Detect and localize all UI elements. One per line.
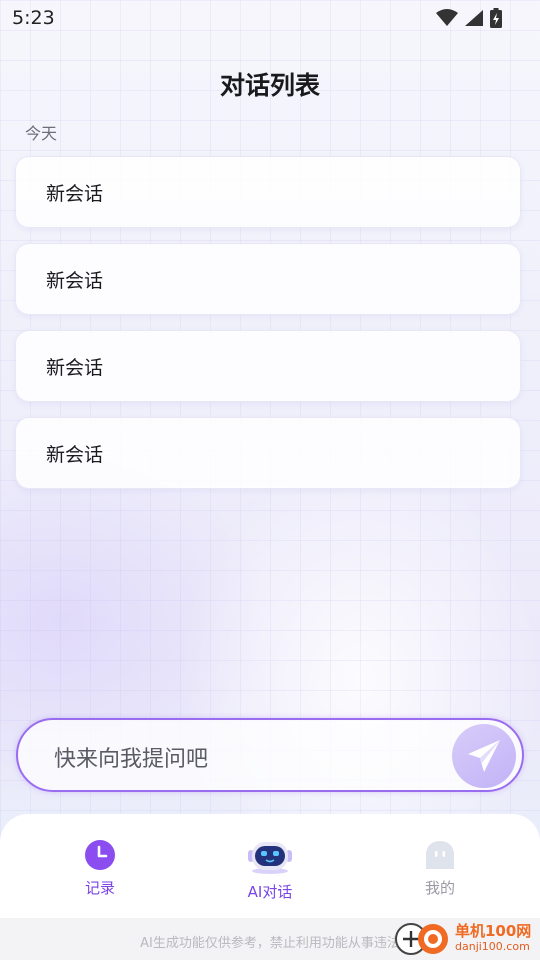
- bottom-nav: 记录 AI对话 我的: [0, 814, 540, 918]
- watermark-url: danji100.com: [455, 940, 530, 953]
- status-bar: 5:23: [0, 0, 540, 36]
- conversation-list: 新会话 新会话 新会话 新会话: [15, 156, 521, 504]
- conversation-title: 新会话: [46, 182, 104, 205]
- conversation-item[interactable]: 新会话: [15, 330, 521, 402]
- conversation-title: 新会话: [46, 269, 104, 292]
- nav-label-ai-chat: AI对话: [247, 883, 293, 901]
- robot-icon: [248, 842, 292, 874]
- clock-icon: [85, 840, 115, 870]
- ai-disclaimer-text: AI生成功能仅供参考，禁止利用功能从事违法: [140, 936, 400, 951]
- conversation-title: 新会话: [46, 443, 104, 466]
- nav-item-records[interactable]: 记录: [40, 814, 160, 918]
- question-input-placeholder: 快来向我提问吧: [54, 747, 209, 772]
- send-icon: [468, 740, 500, 772]
- nav-label-profile: 我的: [424, 879, 455, 897]
- status-time: 5:23: [12, 7, 55, 29]
- page-title: 对话列表: [219, 71, 320, 100]
- nav-item-ai-chat[interactable]: AI对话: [210, 814, 330, 918]
- conversation-item[interactable]: 新会话: [15, 243, 521, 315]
- watermark-name: 单机100网: [455, 922, 532, 940]
- danji-logo-icon: [395, 923, 448, 955]
- conversation-title: 新会话: [46, 356, 104, 379]
- wifi-icon: [436, 9, 458, 26]
- conversation-item[interactable]: 新会话: [15, 156, 521, 228]
- nav-item-profile[interactable]: 我的: [380, 814, 500, 918]
- site-watermark: 单机100网 danji100.com: [393, 918, 540, 960]
- conversation-item[interactable]: 新会话: [15, 417, 521, 489]
- section-label-today: 今天: [25, 124, 58, 143]
- nav-label-records: 记录: [84, 879, 115, 897]
- status-icons: [436, 8, 502, 28]
- battery-icon: [490, 8, 502, 28]
- signal-icon: [465, 10, 483, 26]
- send-button[interactable]: [452, 724, 516, 788]
- question-input[interactable]: 快来向我提问吧: [16, 718, 524, 792]
- profile-icon: [426, 841, 454, 869]
